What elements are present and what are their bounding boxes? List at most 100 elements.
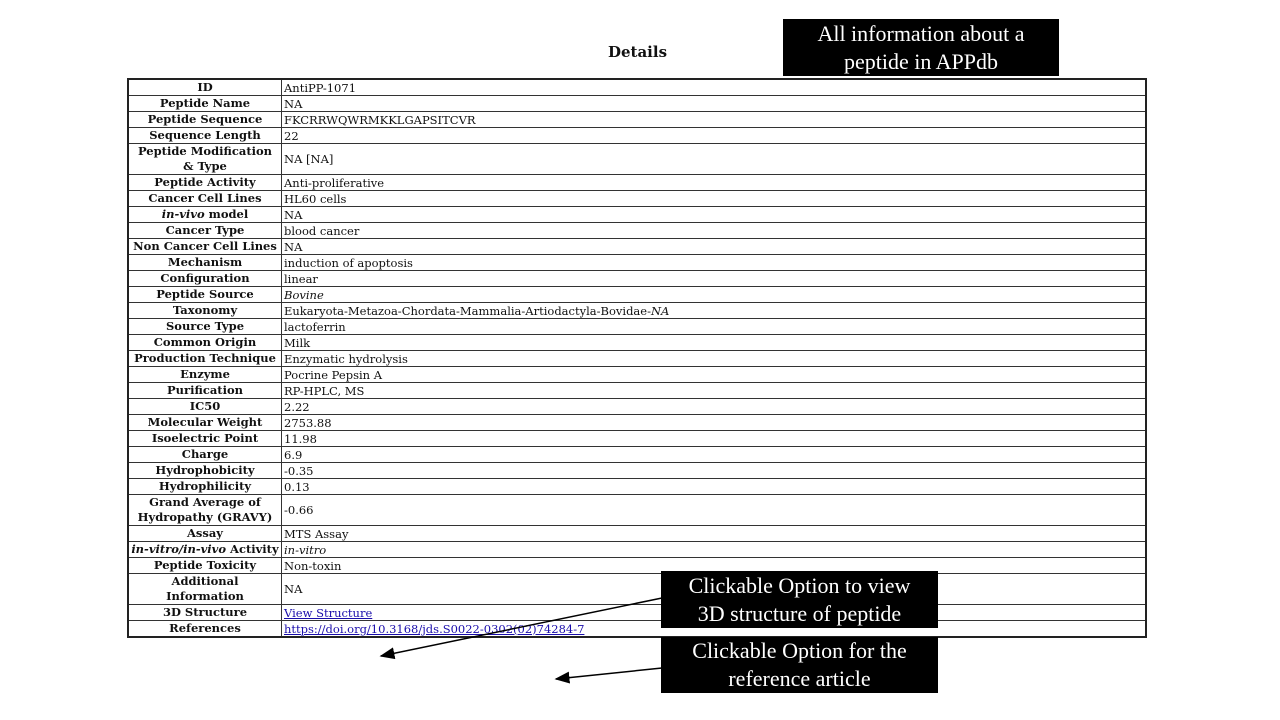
field-label: Cancer Type (127, 222, 282, 239)
table-row: Configuration linear (127, 270, 1147, 287)
field-value: -0.35 (281, 462, 1147, 479)
table-row: Peptide Source Bovine (127, 286, 1147, 303)
field-label: Common Origin (127, 334, 282, 351)
callout-line: Clickable Option to view (688, 572, 911, 598)
field-value: FKCRRWQWRMKKLGAPSITCVR (281, 111, 1147, 128)
callout-all-information: All information about a peptide in APPdb (783, 19, 1059, 76)
field-label: 3D Structure (127, 604, 282, 621)
field-label: Peptide Sequence (127, 111, 282, 128)
field-label: Configuration (127, 270, 282, 287)
field-value: AntiPP-1071 (281, 78, 1147, 96)
field-label-rest: model (204, 207, 249, 222)
field-label: Peptide Source (127, 286, 282, 303)
field-label: Hydrophilicity (127, 478, 282, 495)
field-value: Anti-proliferative (281, 174, 1147, 191)
field-label: Assay (127, 525, 282, 542)
callout-line: peptide in APPdb (843, 48, 998, 74)
page-title: Details (607, 43, 668, 61)
field-label: ID (127, 78, 282, 96)
arrow-to-reference (554, 667, 663, 684)
field-value: HL60 cells (281, 190, 1147, 207)
field-value: Eukaryota-Metazoa-Chordata-Mammalia-Arti… (281, 302, 1147, 319)
table-row: in-vivo model NA (127, 206, 1147, 223)
table-row: Common Origin Milk (127, 334, 1147, 351)
callout-line: Clickable Option for the (692, 638, 907, 663)
field-label: Sequence Length (127, 127, 282, 144)
field-label: Isoelectric Point (127, 430, 282, 447)
field-label: Molecular Weight (127, 414, 282, 431)
field-label: Peptide Modification & Type (127, 143, 282, 175)
table-row: Hydrophobicity -0.35 (127, 462, 1147, 479)
field-label: Non Cancer Cell Lines (127, 238, 282, 255)
field-value: NA (281, 95, 1147, 112)
field-value: NA (281, 238, 1147, 255)
reference-doi-link[interactable]: https://doi.org/10.3168/jds.S0022-0302(0… (284, 622, 584, 636)
table-row: Grand Average of Hydropathy (GRAVY) -0.6… (127, 494, 1147, 526)
table-row: Peptide Sequence FKCRRWQWRMKKLGAPSITCVR (127, 111, 1147, 128)
field-label: IC50 (127, 398, 282, 415)
table-row: Production Technique Enzymatic hydrolysi… (127, 350, 1147, 367)
field-label: Enzyme (127, 366, 282, 383)
table-row: References https://doi.org/10.3168/jds.S… (127, 620, 1147, 638)
field-value: Enzymatic hydrolysis (281, 350, 1147, 367)
table-row: Sequence Length 22 (127, 127, 1147, 144)
table-row: Enzyme Pocrine Pepsin A (127, 366, 1147, 383)
field-value: blood cancer (281, 222, 1147, 239)
field-value: in-vitro (281, 541, 1147, 558)
field-value: Pocrine Pepsin A (281, 366, 1147, 383)
field-value: NA [NA] (281, 143, 1147, 175)
callout-reference: Clickable Option for the reference artic… (661, 637, 938, 693)
field-label: Hydrophobicity (127, 462, 282, 479)
field-value: 0.13 (281, 478, 1147, 495)
field-value: MTS Assay (281, 525, 1147, 542)
field-label: Peptide Activity (127, 174, 282, 191)
field-value: NA (281, 206, 1147, 223)
table-row: in-vitro/in-vivo Activity in-vitro (127, 541, 1147, 558)
field-label: Purification (127, 382, 282, 399)
table-row: Taxonomy Eukaryota-Metazoa-Chordata-Mamm… (127, 302, 1147, 319)
field-label: Peptide Toxicity (127, 557, 282, 574)
table-row: IC50 2.22 (127, 398, 1147, 415)
field-label: Grand Average of Hydropathy (GRAVY) (127, 494, 282, 526)
table-row: Charge 6.9 (127, 446, 1147, 463)
field-value: linear (281, 270, 1147, 287)
taxonomy-text: Eukaryota-Metazoa-Chordata-Mammalia-Arti… (284, 303, 651, 318)
table-row: Purification RP-HPLC, MS (127, 382, 1147, 399)
field-value: 22 (281, 127, 1147, 144)
table-row: 3D Structure View Structure (127, 604, 1147, 621)
table-row: Source Type lactoferrin (127, 318, 1147, 335)
field-label: Charge (127, 446, 282, 463)
table-row: Additional Information NA (127, 573, 1147, 605)
field-label: References (127, 620, 282, 638)
table-row: Peptide Toxicity Non-toxin (127, 557, 1147, 574)
field-value: induction of apoptosis (281, 254, 1147, 271)
view-structure-link[interactable]: View Structure (284, 606, 372, 620)
field-label: Additional Information (127, 573, 282, 605)
field-label-italic: in-vitro/in-vivo (131, 542, 227, 557)
table-row: Cancer Type blood cancer (127, 222, 1147, 239)
field-value: 2.22 (281, 398, 1147, 415)
field-value: RP-HPLC, MS (281, 382, 1147, 399)
table-row: Peptide Modification & Type NA [NA] (127, 143, 1147, 175)
field-value: Milk (281, 334, 1147, 351)
table-row: Cancer Cell Lines HL60 cells (127, 190, 1147, 207)
field-label-italic: in-vivo (161, 207, 205, 222)
table-row: Hydrophilicity 0.13 (127, 478, 1147, 495)
field-value: lactoferrin (281, 318, 1147, 335)
table-row: Peptide Activity Anti-proliferative (127, 174, 1147, 191)
table-row: Molecular Weight 2753.88 (127, 414, 1147, 431)
field-label: in-vivo model (127, 206, 282, 223)
table-row: Non Cancer Cell Lines NA (127, 238, 1147, 255)
taxonomy-species: NA (650, 303, 670, 318)
table-row: Peptide Name NA (127, 95, 1147, 112)
field-label: Cancer Cell Lines (127, 190, 282, 207)
callout-line: 3D structure of peptide (697, 600, 902, 626)
field-label-rest: Activity (226, 542, 279, 557)
field-label: Source Type (127, 318, 282, 335)
field-label: in-vitro/in-vivo Activity (127, 541, 282, 558)
table-row: Mechanism induction of apoptosis (127, 254, 1147, 271)
table-row: Isoelectric Point 11.98 (127, 430, 1147, 447)
field-label: Production Technique (127, 350, 282, 367)
callout-line: All information about a (817, 20, 1025, 46)
field-value: 11.98 (281, 430, 1147, 447)
